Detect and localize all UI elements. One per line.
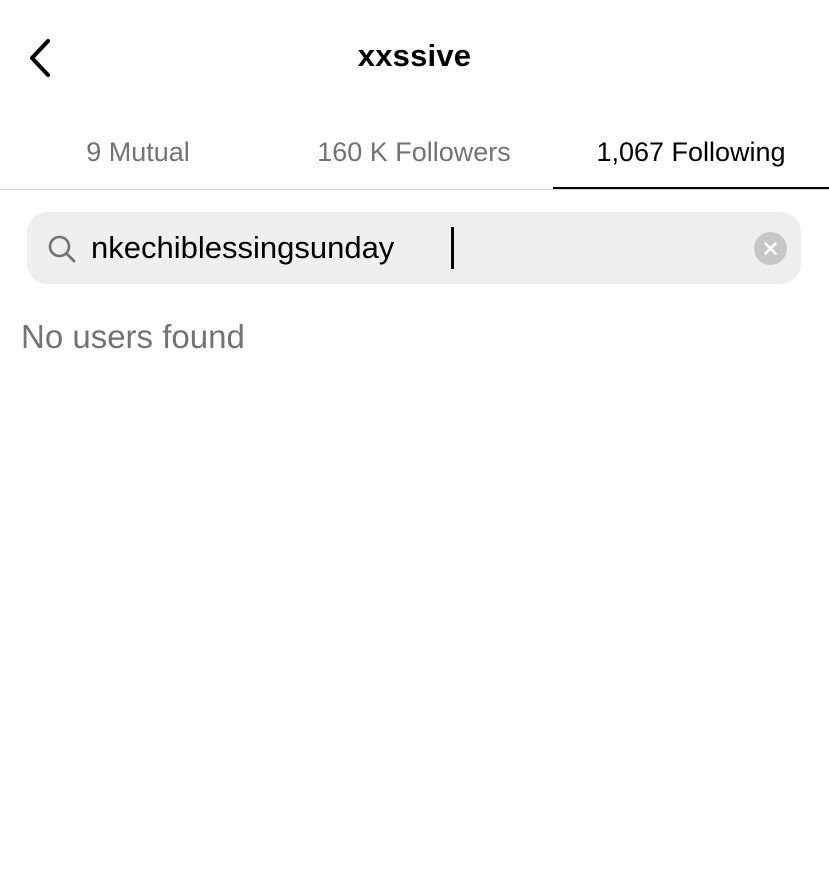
search-icon bbox=[48, 235, 76, 263]
search-input[interactable] bbox=[91, 224, 731, 272]
no-results-message: No users found bbox=[21, 318, 245, 355]
tab-bar: 9 Mutual 160 K Followers 1,067 Following bbox=[0, 116, 829, 190]
profile-username: xxssive bbox=[357, 38, 472, 73]
tab-mutual[interactable]: 9 Mutual bbox=[0, 116, 276, 189]
tab-followers[interactable]: 160 K Followers bbox=[276, 116, 552, 189]
active-tab-indicator bbox=[553, 187, 829, 189]
top-bar: xxssive bbox=[0, 0, 829, 116]
search-bar[interactable] bbox=[27, 212, 801, 284]
clear-icon bbox=[764, 242, 777, 255]
tab-following[interactable]: 1,067 Following bbox=[553, 116, 829, 189]
clear-search-button[interactable] bbox=[754, 232, 787, 265]
text-cursor bbox=[451, 227, 454, 269]
